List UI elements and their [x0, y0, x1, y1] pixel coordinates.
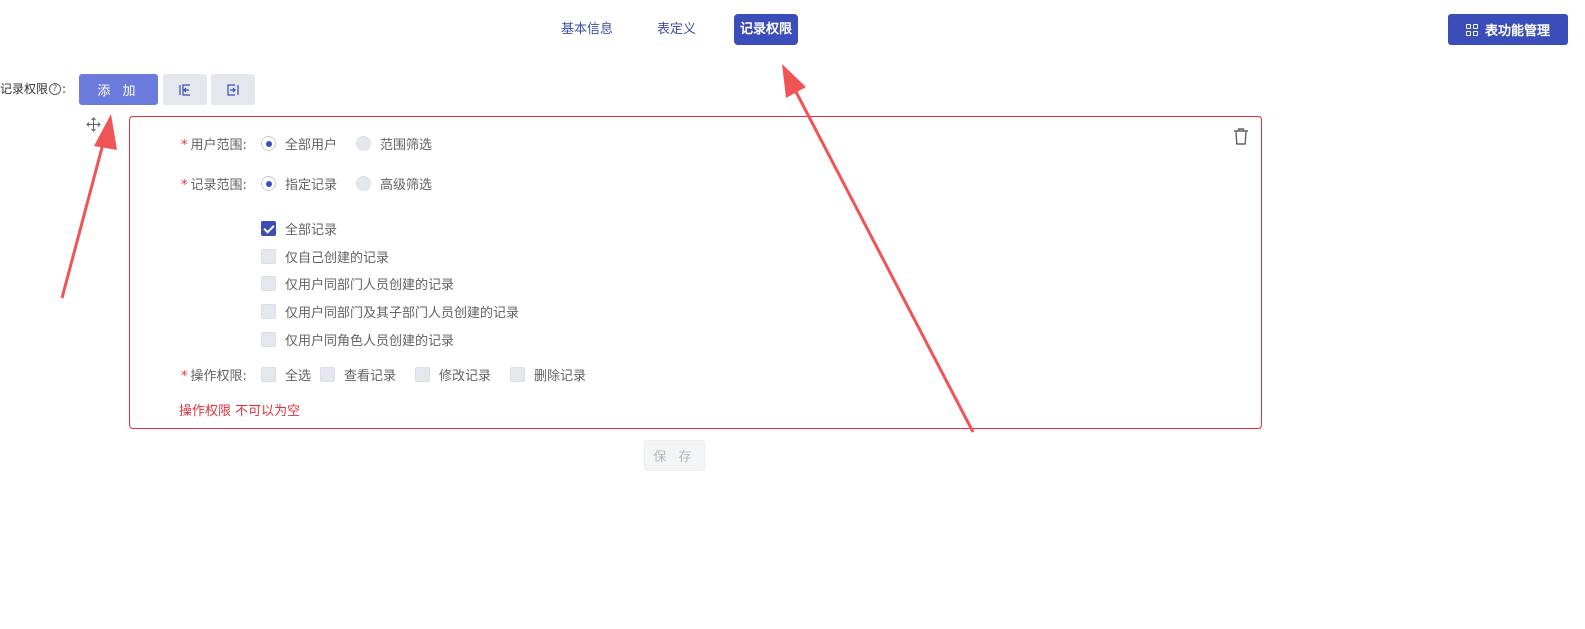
- radio-advanced-filter[interactable]: 高级筛选: [356, 174, 432, 193]
- save-button[interactable]: 保 存: [644, 440, 705, 471]
- operation-permission-label: * 操作权限:: [181, 369, 247, 384]
- record-permission-label: 记录权限 ? :: [0, 80, 66, 97]
- table-function-label: 表功能管理: [1484, 24, 1550, 39]
- arrow-to-add-button: [60, 114, 117, 299]
- checkbox-all-records[interactable]: 全部记录: [261, 219, 337, 238]
- checkbox-select-all[interactable]: 全选: [261, 365, 311, 384]
- import-button[interactable]: [163, 74, 207, 105]
- radio-range-filter[interactable]: 范围筛选: [356, 134, 432, 153]
- tab-record-permission[interactable]: 记录权限: [734, 14, 799, 45]
- label-colon: :: [62, 81, 67, 96]
- table-function-button[interactable]: 表功能管理: [1448, 14, 1568, 45]
- checkbox-department-and-sub-records[interactable]: 仅用户同部门及其子部门人员创建的记录: [261, 302, 519, 321]
- checkbox-same-role-records[interactable]: 仅用户同角色人员创建的记录: [261, 330, 454, 349]
- move-icon[interactable]: [86, 117, 101, 132]
- checkbox-modify-records[interactable]: 修改记录: [415, 365, 491, 384]
- operation-error-message: 操作权限 不可以为空: [179, 404, 301, 419]
- grid-icon: [1465, 23, 1478, 36]
- export-button[interactable]: [211, 74, 255, 105]
- export-icon: [227, 83, 239, 96]
- user-scope-label: * 用户范围:: [181, 138, 247, 153]
- trash-icon[interactable]: [1232, 127, 1250, 146]
- checkbox-view-records[interactable]: 查看记录: [320, 365, 396, 384]
- radio-all-users[interactable]: 全部用户: [261, 134, 337, 153]
- import-icon: [179, 83, 190, 96]
- checkbox-same-department-records[interactable]: 仅用户同部门人员创建的记录: [261, 274, 454, 293]
- checkbox-own-records[interactable]: 仅自己创建的记录: [261, 247, 389, 266]
- record-scope-label: * 记录范围:: [181, 178, 247, 193]
- checkbox-delete-records[interactable]: 删除记录: [510, 365, 586, 384]
- record-permission-text: 记录权限: [0, 82, 49, 96]
- question-circle-icon[interactable]: ?: [49, 82, 62, 95]
- radio-specified-records[interactable]: 指定记录: [261, 174, 337, 193]
- add-button[interactable]: 添 加: [79, 74, 158, 105]
- tab-basic-info[interactable]: 基本信息: [555, 14, 619, 45]
- tab-table-definition[interactable]: 表定义: [651, 14, 702, 45]
